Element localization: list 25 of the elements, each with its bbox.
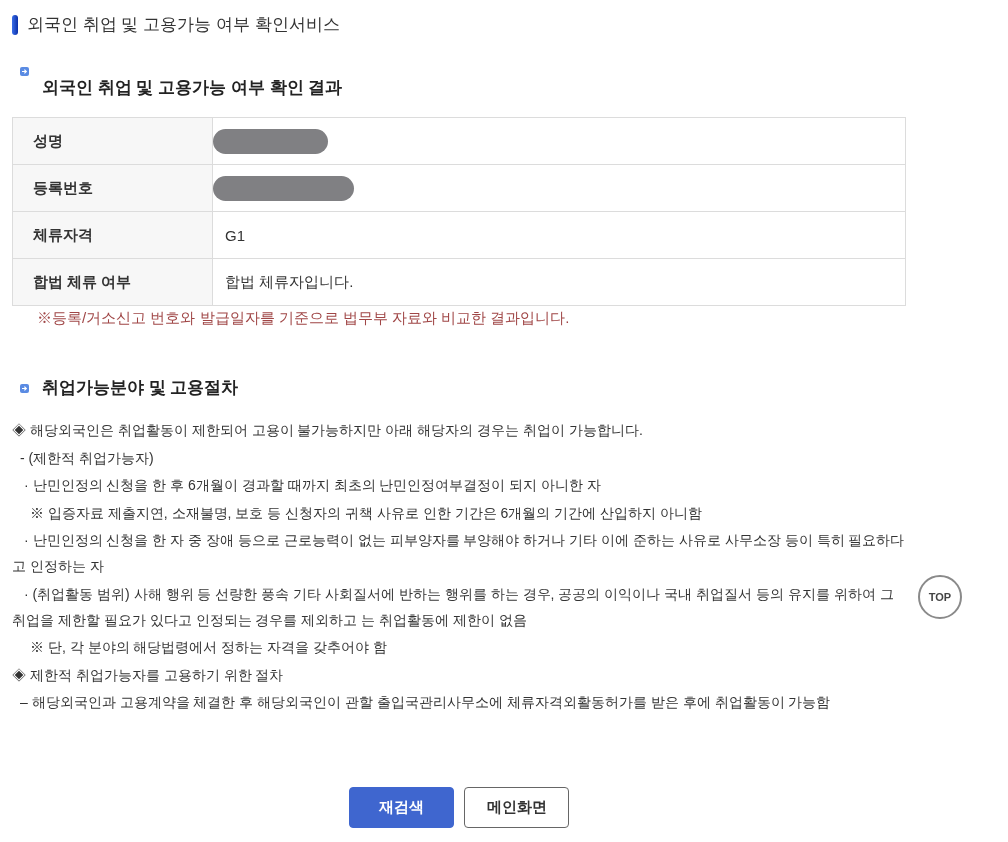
section-heading: 외국인 취업 및 고용가능 여부 확인 결과 xyxy=(42,77,344,99)
info-paragraph: ※ 입증자료 제출지연, 소재불명, 보호 등 신청자의 귀책 사유로 인한 기간은 6개월의 기간에 산입하지 아니함 xyxy=(29,503,704,523)
notice-text: ※등록/거소신고 번호와 발급일자를 기준으로 법무부 자료와 비교한 결과입니다. xyxy=(36,308,571,328)
arrow-square-icon xyxy=(20,383,29,393)
field-value: G1 xyxy=(212,211,906,259)
top-button[interactable]: TOP xyxy=(918,575,962,619)
info-paragraph: ◈ 제한적 취업가능자를 고용하기 위한 절차 xyxy=(12,665,285,685)
info-paragraph: · 난민인정의 신청을 한 자 중 장애 등으로 근로능력이 없는 피부양자를 부양해야 하거나 기타 이에 준하는 사유로 사무소장 등이 특히 필요하다고 인정하는 자 xyxy=(12,531,906,576)
info-paragraph: · 난민인정의 신청을 한 후 6개월이 경과할 때까지 최초의 난민인정여부결정이 되지 아니한 자 xyxy=(23,476,603,495)
main-screen-button[interactable]: 메인화면 xyxy=(464,787,569,828)
title-bar-icon xyxy=(12,15,18,35)
info-paragraph: ※ 단, 각 분야의 해당법령에서 정하는 자격을 갖추어야 함 xyxy=(29,638,388,657)
field-label: 등록번호 xyxy=(12,164,213,212)
info-paragraph: – 해당외국인과 고용계약을 체결한 후 해당외국인이 관할 출입국관리사무소에 체류자격외활동허가를 받은 후에 취업활동이 가능함 xyxy=(19,693,832,712)
field-label: 체류자격 xyxy=(12,211,213,259)
arrow-square-icon xyxy=(20,67,29,76)
info-paragraph: ◈ 해당외국인은 취업활동이 제한되어 고용이 불가능하지만 아래 해당자의 경우는 취업이 가능합니다. xyxy=(12,421,644,440)
field-label: 합법 체류 여부 xyxy=(12,258,213,306)
info-paragraph: - (제한적 취업가능자) xyxy=(19,448,155,468)
search-again-button[interactable]: 재검색 xyxy=(349,787,454,828)
page-title: 외국인 취업 및 고용가능 여부 확인서비스 xyxy=(27,14,340,36)
field-label: 성명 xyxy=(12,117,213,165)
field-value: 합법 체류자입니다. xyxy=(212,258,906,306)
info-paragraph: · (취업활동 범위) 사해 행위 등 선량한 풍속 기타 사회질서에 반하는 행위를 하는 경우, 공공의 이익이나 국내 취업질서 등의 유지를 위하여 그 취업을 제한할 필요가 있다고 인정되는 경우를 제외하고 는 취업활동에 제한이 없음 xyxy=(12,584,895,630)
section-heading: 취업가능분야 및 고용절차 xyxy=(42,377,239,399)
